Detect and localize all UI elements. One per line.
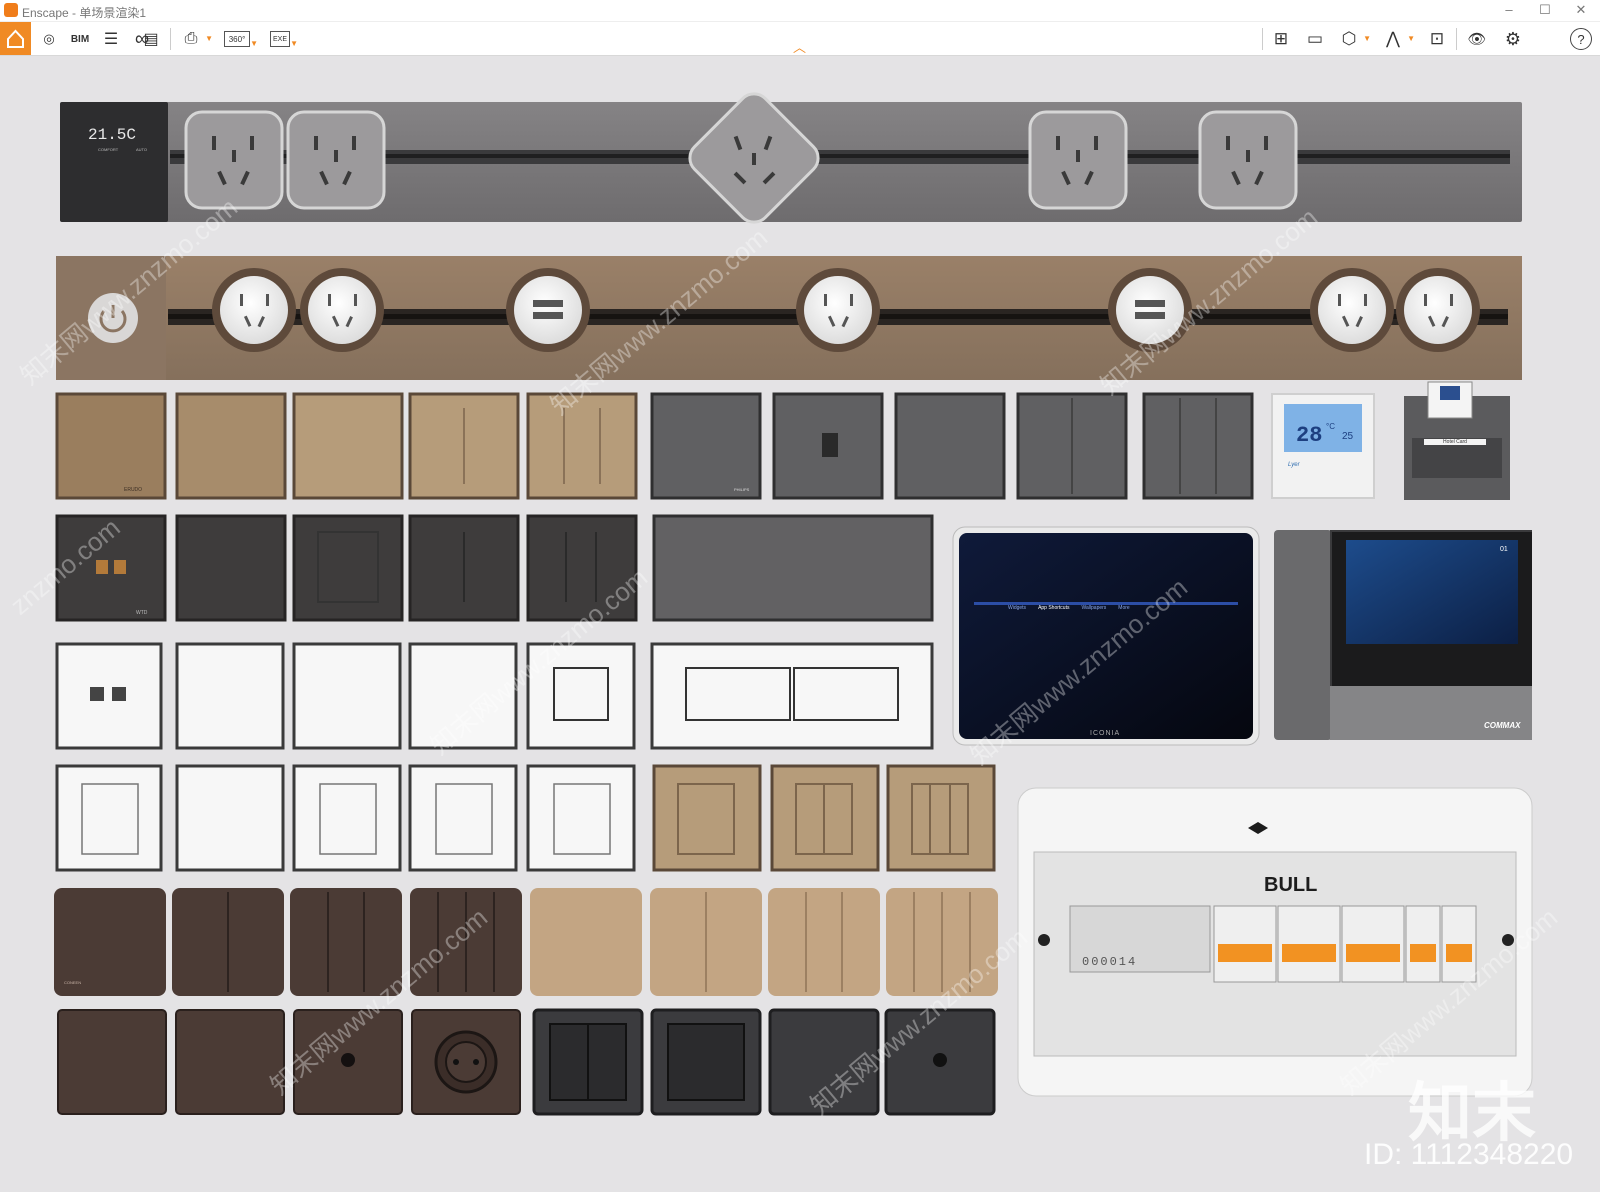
exe-export-button[interactable]: EXE ▼: [270, 31, 298, 48]
screen-button[interactable]: ▭: [1302, 27, 1328, 51]
thermostat-big-reading: 28: [1296, 423, 1323, 448]
row-5-panels: [54, 888, 998, 996]
auto-label: AUTO: [136, 147, 148, 152]
vr-glyph: [104, 27, 130, 51]
enscape-logo-icon: [4, 3, 18, 17]
toolbar-separator: [1456, 28, 1457, 50]
brown-track-socket-rail: [56, 256, 1522, 380]
capture-icon: ⊡: [1429, 29, 1445, 48]
breaker-meter-reading: 000014: [1082, 955, 1138, 969]
toolbar-separator: [170, 28, 171, 50]
panel-brand-label: ERUDO: [124, 487, 143, 493]
panel-brand-label: PHILIPS: [734, 487, 750, 492]
toolbar-separator: [1262, 28, 1263, 50]
asset-button[interactable]: ⬡ ▼: [1336, 27, 1371, 51]
breaker-box: [1017, 787, 1533, 1097]
bim-button[interactable]: BIM: [67, 27, 93, 51]
watermark-id: ID: 1112348220: [1364, 1138, 1574, 1171]
library-button[interactable]: ⋀ ▼: [1380, 27, 1415, 51]
panorama-button[interactable]: 360° ▼: [224, 31, 258, 48]
video-editor-button[interactable]: ▤: [138, 27, 164, 51]
tablet-tab: More: [1118, 605, 1130, 611]
tablet-tab: Widgets: [1008, 605, 1027, 611]
breaker-brand: BULL: [1264, 874, 1318, 896]
panel-brand-label: WTD: [136, 610, 148, 616]
maximize-button[interactable]: ☐: [1528, 0, 1562, 22]
gear-icon: ⚙: [1504, 28, 1522, 49]
home-button[interactable]: [0, 22, 31, 55]
tablet-tab: Wallpapers: [1081, 605, 1107, 611]
thermostat-small-reading: 25: [1342, 431, 1354, 442]
screen-icon: ▭: [1306, 29, 1324, 48]
thermostat-temperature: 21.5C: [88, 126, 137, 144]
exe-icon: EXE: [272, 35, 287, 43]
hotel-card-label: Hotel Card: [1424, 439, 1486, 445]
clapper-icon: ▤: [143, 31, 159, 48]
views-icon: ◎: [43, 31, 55, 46]
home-icon: [7, 29, 24, 48]
settings-button[interactable]: ⚙: [1500, 27, 1526, 51]
comfort-label: COMFORT: [98, 147, 119, 152]
chevron-down-icon[interactable]: ▼: [250, 39, 258, 48]
help-button[interactable]: ?: [1570, 28, 1592, 50]
map-icon: ⊞: [1273, 29, 1289, 48]
close-button[interactable]: ✕: [1564, 0, 1598, 22]
chevron-down-icon[interactable]: ▼: [1363, 34, 1371, 43]
row-4-panels: [55, 764, 996, 872]
intercom-brand: COMMAX: [1484, 721, 1521, 730]
minimize-button[interactable]: –: [1492, 0, 1526, 22]
panorama-icon: 360°: [228, 34, 246, 44]
intercom-time: 01: [1500, 546, 1508, 553]
row-1-panels: [55, 381, 1510, 500]
panel-brand-label: CONEEN: [64, 980, 82, 985]
chevron-down-icon[interactable]: ▼: [1407, 34, 1415, 43]
chevron-down-icon[interactable]: ▼: [205, 34, 213, 43]
thermostat-unit: °C: [1326, 422, 1335, 431]
bim-icon: BIM: [70, 33, 90, 45]
map-button[interactable]: ⊞: [1268, 27, 1294, 51]
tablet-brand: ICONIA: [1090, 730, 1121, 737]
row-2-panels: [55, 514, 934, 622]
tablet-tabs: Widgets App Shortcuts Wallpapers More: [1008, 605, 1130, 611]
window-title: Enscape - 单场景渲染1: [22, 6, 147, 20]
title-bar: Enscape - 单场景渲染1 – ☐ ✕: [0, 0, 1600, 22]
cube-icon: ⬡: [1341, 29, 1357, 48]
visual-settings-button[interactable]: 👁: [1464, 27, 1490, 51]
library-icon: ⋀: [1386, 29, 1400, 48]
views-button[interactable]: ◎: [36, 27, 62, 51]
eye-icon: 👁: [1467, 31, 1487, 48]
chevron-down-icon[interactable]: ▼: [290, 39, 298, 48]
thermostat-brand: Lyer: [1288, 462, 1300, 468]
video-intercom: [1274, 530, 1532, 740]
collapse-toolbar-button[interactable]: ︿: [793, 37, 806, 56]
render-viewport[interactable]: 知末网www.znzmo.com 知末网www.znzmo.com 知末网www…: [0, 56, 1600, 1192]
export-image-button[interactable]: ⎙ ▼: [178, 27, 213, 51]
help-icon: ?: [1577, 31, 1585, 47]
tablet-tab: App Shortcuts: [1038, 605, 1070, 611]
scene-render: 知末网www.znzmo.com 知末网www.znzmo.com 知末网www…: [5, 92, 1563, 1121]
export-image-icon: ⎙: [184, 30, 198, 47]
capture-button[interactable]: ⊡: [1424, 27, 1450, 51]
